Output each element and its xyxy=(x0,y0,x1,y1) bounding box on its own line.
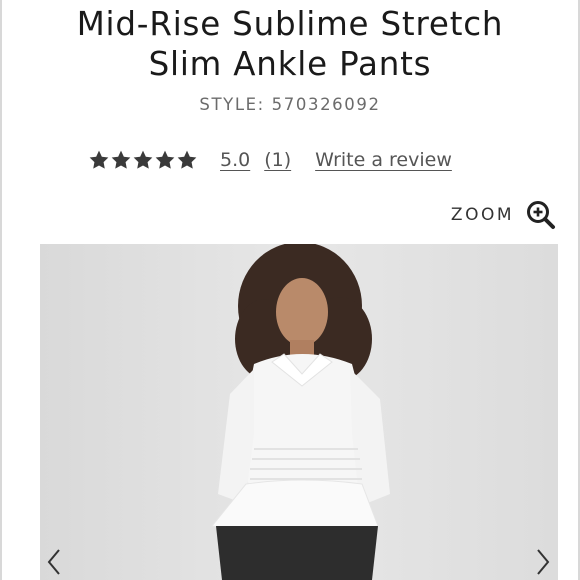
next-image-arrow[interactable] xyxy=(535,548,551,576)
star-icon xyxy=(155,150,175,169)
star-icon xyxy=(111,150,131,169)
zoom-button[interactable]: ZOOM xyxy=(451,200,556,230)
star-icon xyxy=(133,150,153,169)
product-title: Mid-Rise Sublime Stretch Slim Ankle Pant… xyxy=(10,4,570,84)
previous-image-arrow[interactable] xyxy=(46,548,62,576)
left-border xyxy=(0,0,2,580)
style-number: STYLE: 570326092 xyxy=(199,95,381,114)
star-icon xyxy=(89,150,109,169)
model-photo xyxy=(40,244,558,580)
zoom-in-icon xyxy=(527,201,555,229)
product-title-line-2: Slim Ankle Pants xyxy=(148,45,432,83)
star-icon xyxy=(177,150,197,169)
write-review-link[interactable]: Write a review xyxy=(315,149,452,171)
zoom-label: ZOOM xyxy=(450,205,514,225)
product-title-line-1: Mid-Rise Sublime Stretch xyxy=(76,5,504,43)
product-page: Mid-Rise Sublime Stretch Slim Ankle Pant… xyxy=(0,0,580,580)
star-rating xyxy=(88,149,198,171)
product-image[interactable] xyxy=(40,244,558,580)
rating-value-link[interactable]: 5.0 xyxy=(220,149,250,171)
rating-row: 5.0 (1) Write a review xyxy=(88,146,452,174)
review-count-link[interactable]: (1) xyxy=(264,149,291,171)
